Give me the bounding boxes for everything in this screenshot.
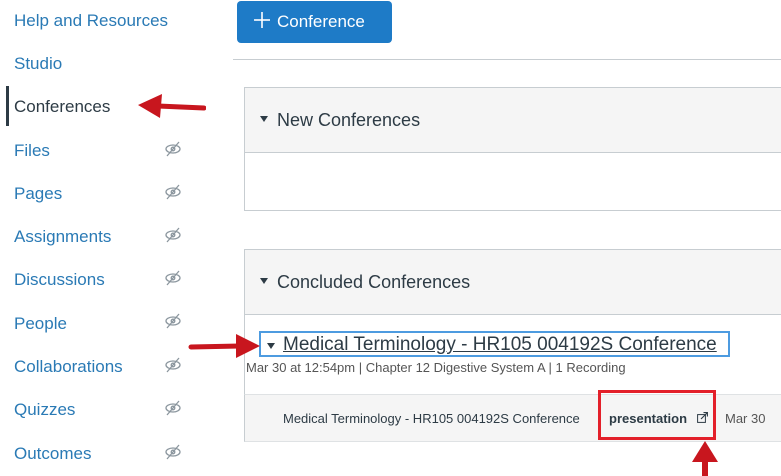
nav-label: Conferences	[14, 97, 111, 116]
nav-studio[interactable]: Studio	[14, 49, 214, 79]
conference-meta: Mar 30 at 12:54pm | Chapter 12 Digestive…	[246, 360, 626, 375]
nav-label: Quizzes	[14, 400, 76, 419]
conference-toggle[interactable]: Medical Terminology - HR105 004192S Conf…	[259, 331, 730, 357]
eye-slash-icon	[165, 313, 181, 329]
concluded-conferences-title: Concluded Conferences	[277, 271, 471, 292]
conference-title-link[interactable]: Medical Terminology - HR105 004192S Conf…	[283, 334, 717, 356]
annotation-arrow-up	[692, 441, 718, 476]
recording-date: Mar 30	[725, 411, 766, 426]
course-navigation: Help and Resources Studio Conferences Fi…	[0, 0, 230, 476]
eye-slash-icon	[165, 270, 181, 286]
caret-down-icon	[260, 116, 268, 122]
highlight-box	[598, 390, 716, 440]
add-conference-button[interactable]: Conference	[237, 1, 392, 43]
add-conference-label: Conference	[277, 12, 365, 31]
concluded-conferences-header[interactable]: Concluded Conferences	[245, 250, 781, 315]
eye-slash-icon	[165, 227, 181, 243]
eye-slash-icon	[165, 444, 181, 460]
eye-slash-icon	[165, 400, 181, 416]
new-conferences-panel: New Conferences	[244, 87, 781, 211]
nav-label: Help and Resources	[14, 11, 169, 30]
new-conferences-header[interactable]: New Conferences	[245, 88, 781, 153]
eye-slash-icon	[165, 141, 181, 157]
nav-label: Assignments	[14, 227, 112, 246]
recording-name: Medical Terminology - HR105 004192S Conf…	[283, 411, 580, 426]
caret-down-icon	[260, 278, 268, 284]
nav-label: Discussions	[14, 270, 105, 289]
new-conferences-title: New Conferences	[277, 109, 421, 130]
eye-slash-icon	[165, 184, 181, 200]
plus-icon	[254, 12, 270, 28]
nav-files[interactable]: Files	[14, 136, 214, 166]
annotation-arrow-left	[138, 94, 206, 118]
nav-pages[interactable]: Pages	[14, 179, 214, 209]
nav-label: Collaborations	[14, 357, 123, 376]
nav-assignments[interactable]: Assignments	[14, 222, 214, 252]
nav-label: Outcomes	[14, 444, 92, 463]
nav-label: People	[14, 314, 67, 333]
header-divider	[233, 59, 781, 60]
nav-discussions[interactable]: Discussions	[14, 265, 214, 295]
nav-outcomes[interactable]: Outcomes	[14, 439, 214, 469]
nav-collaborations[interactable]: Collaborations	[14, 352, 214, 382]
nav-people[interactable]: People	[14, 309, 214, 339]
nav-help-resources[interactable]: Help and Resources	[14, 6, 214, 36]
active-indicator	[6, 86, 9, 126]
nav-label: Studio	[14, 54, 63, 73]
annotation-arrow-right	[188, 334, 260, 358]
nav-label: Files	[14, 141, 50, 160]
caret-down-icon	[267, 343, 275, 349]
eye-slash-icon	[165, 357, 181, 373]
nav-quizzes[interactable]: Quizzes	[14, 395, 214, 425]
nav-label: Pages	[14, 184, 63, 203]
